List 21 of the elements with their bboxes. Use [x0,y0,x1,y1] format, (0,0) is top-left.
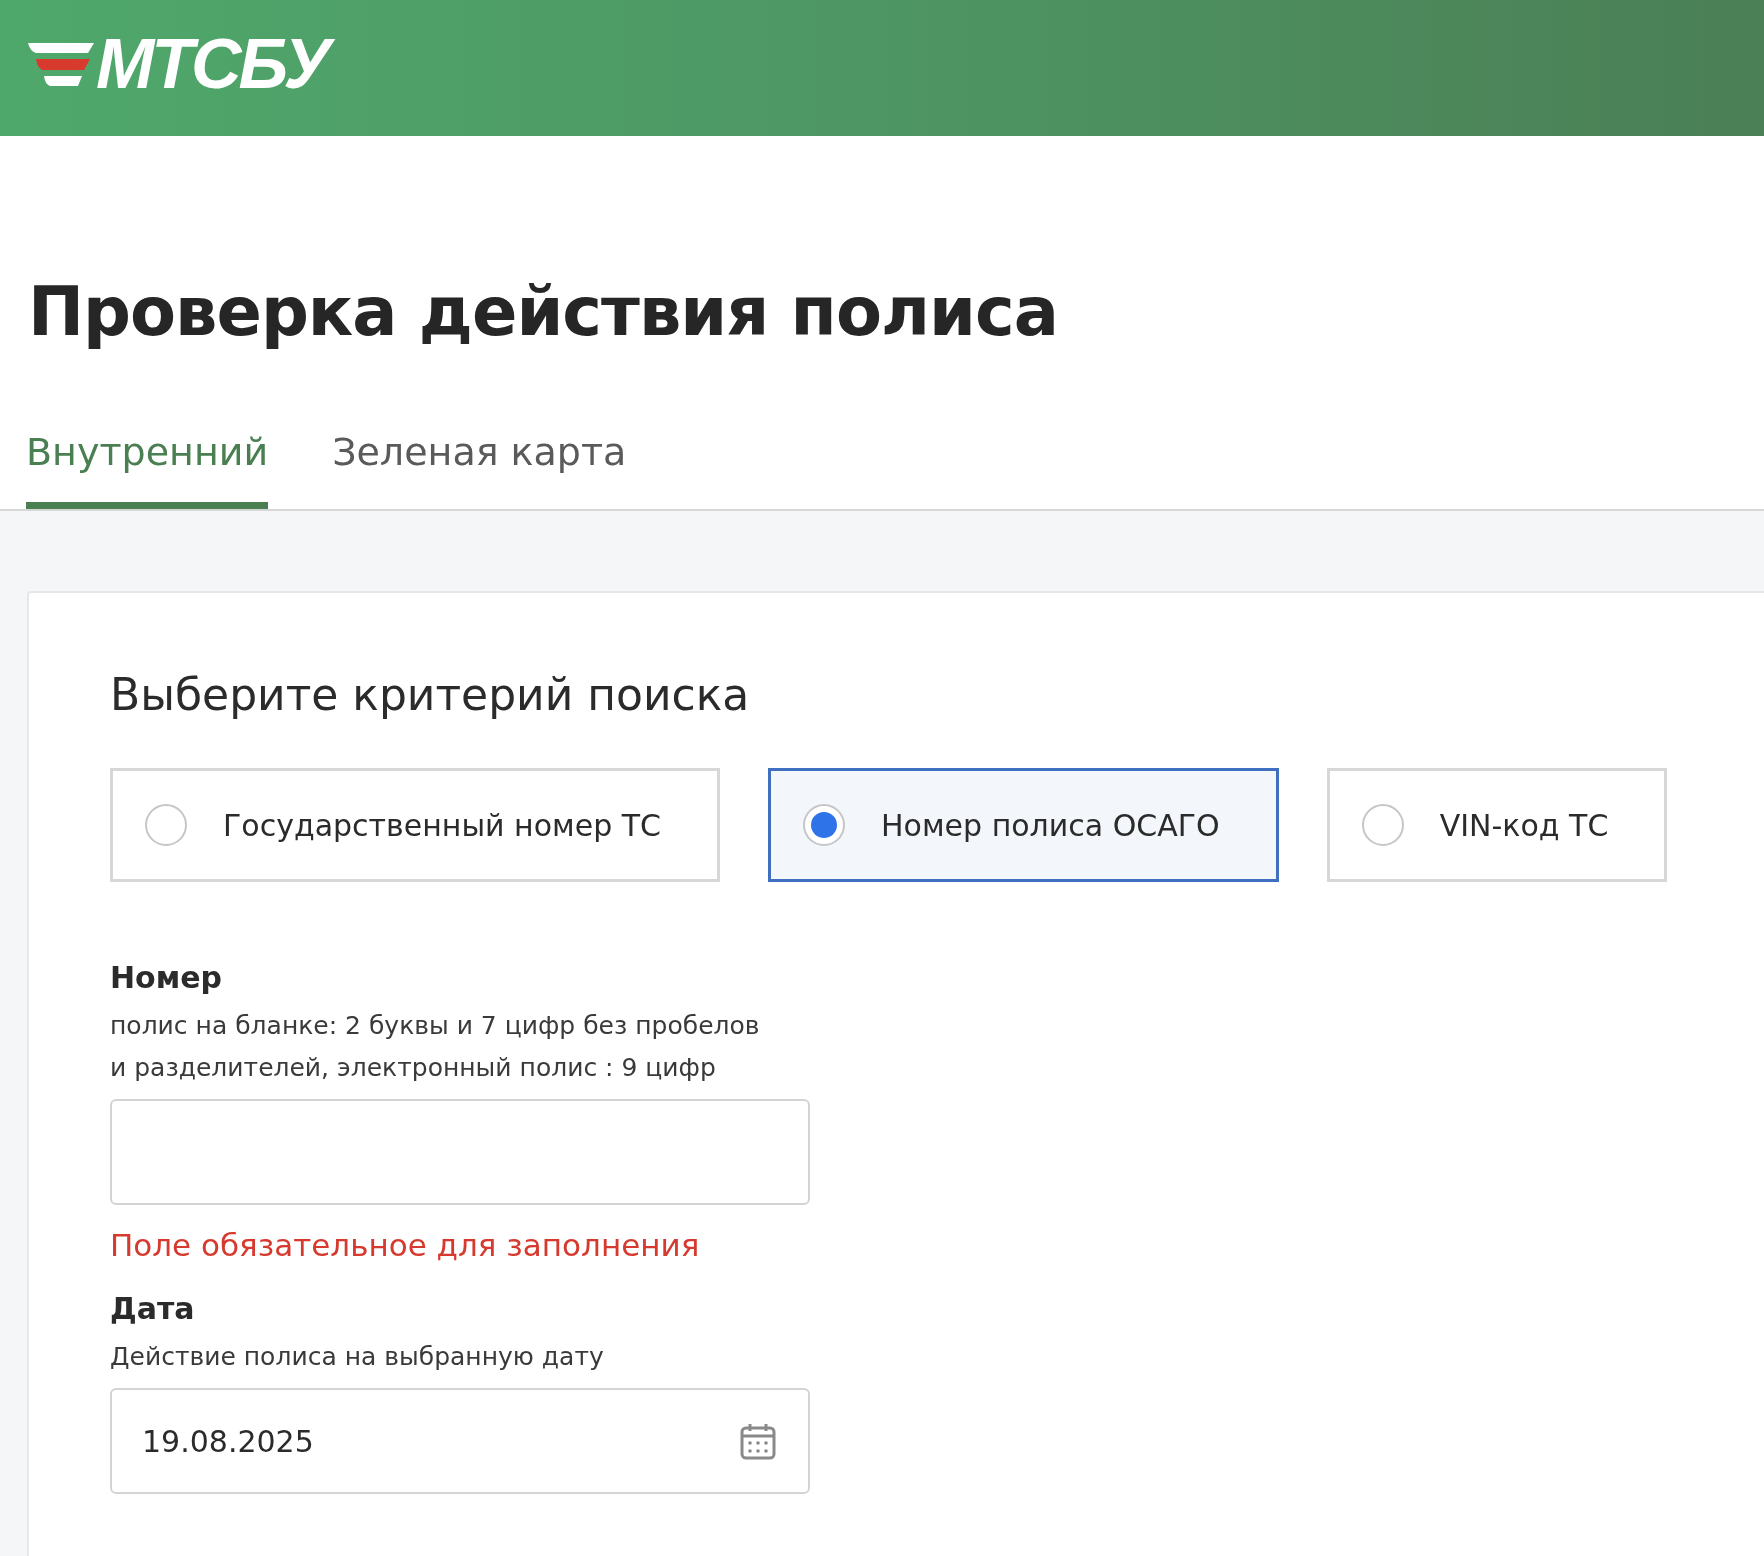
field-hint: полис на бланке: 2 буквы и 7 цифр без пробелов и разделителей, электронный полис : 9 цифр [110,1010,761,1085]
search-option[interactable]: Государственный номер ТС [110,768,721,883]
calendar-icon[interactable] [738,1421,778,1462]
radio-button[interactable] [1361,804,1404,847]
option-label: Номер полиса ОСАГО [881,807,1220,843]
section-heading: Выберите критерий поиска [110,669,751,721]
tab[interactable]: Зеленая карта [332,430,627,510]
field-label: Дата [110,1291,196,1327]
date-field[interactable]: 19.08.2025 [110,1388,810,1495]
error-message: Поле обязательное для заполнения [110,1227,701,1264]
field-hint: Действие полиса на выбранную дату [110,1341,605,1374]
input-field[interactable] [110,1099,810,1206]
option-label: VIN-код ТС [1439,807,1609,843]
search-option[interactable]: Номер полиса ОСАГО [768,768,1279,883]
page-title: Проверка действия полиса [27,272,1059,353]
option-label: Государственный номер ТС [223,807,662,843]
radio-button[interactable] [145,804,187,847]
radio-button[interactable] [803,804,846,847]
logo-text: МТСБУ [96,22,338,106]
field-label: Номер [110,960,224,996]
search-option[interactable]: VIN-код ТС [1326,768,1668,883]
